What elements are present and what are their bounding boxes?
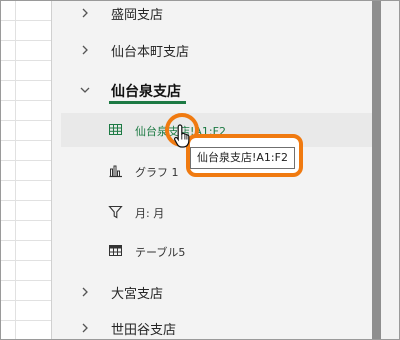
grid-row-line bbox=[1, 220, 51, 221]
nav-item-sendai-izumi[interactable]: 仙台泉支店 bbox=[111, 81, 181, 101]
grid-row-line bbox=[1, 320, 51, 321]
selected-indicator bbox=[109, 101, 186, 104]
chevron-right-icon[interactable] bbox=[78, 285, 92, 299]
tooltip: 仙台泉支店!A1:F2 bbox=[190, 147, 295, 169]
grid-column-line bbox=[15, 1, 16, 339]
nav-item-setagaya[interactable]: 世田谷支店 bbox=[111, 319, 176, 338]
nav-item-morioka[interactable]: 盛岡支店 bbox=[111, 4, 163, 23]
chart-icon bbox=[109, 165, 122, 178]
grid-row-line bbox=[1, 240, 51, 241]
app-window: 盛岡支店 仙台本町支店 仙台泉支店 仙台泉支店!A1:F2 グラフ 1 月: 月… bbox=[0, 0, 400, 340]
chevron-right-icon[interactable] bbox=[78, 321, 92, 335]
nav-item-sendai-honcho[interactable]: 仙台本町支店 bbox=[111, 41, 189, 60]
child-item-table[interactable]: テーブル5 bbox=[135, 244, 185, 260]
grid-row-line bbox=[1, 40, 51, 41]
grid-row-line bbox=[1, 140, 51, 141]
grid-row-line bbox=[1, 20, 51, 21]
grid-row-line bbox=[1, 60, 51, 61]
table-icon bbox=[109, 245, 122, 256]
grid-row-line bbox=[1, 180, 51, 181]
scrollbar-thumb[interactable] bbox=[372, 1, 381, 339]
grid-row-line bbox=[1, 260, 51, 261]
grid-row-line bbox=[1, 300, 51, 301]
grid-row-line bbox=[1, 160, 51, 161]
nav-item-omiya[interactable]: 大宮支店 bbox=[111, 283, 163, 302]
grid-row-line bbox=[1, 100, 51, 101]
grid-row-line bbox=[1, 120, 51, 121]
child-item-chart[interactable]: グラフ 1 bbox=[135, 164, 179, 180]
sheet-grid[interactable] bbox=[1, 1, 52, 339]
hand-cursor-icon bbox=[173, 124, 190, 148]
child-item-filter[interactable]: 月: 月 bbox=[135, 205, 164, 221]
grid-row-line bbox=[1, 280, 51, 281]
chevron-right-icon[interactable] bbox=[78, 6, 92, 20]
grid-row-line bbox=[1, 80, 51, 81]
chevron-right-icon[interactable] bbox=[78, 43, 92, 57]
chevron-down-icon[interactable] bbox=[78, 83, 92, 97]
grid-row-line bbox=[1, 200, 51, 201]
table-range-icon bbox=[109, 124, 122, 135]
filter-icon bbox=[108, 205, 123, 219]
